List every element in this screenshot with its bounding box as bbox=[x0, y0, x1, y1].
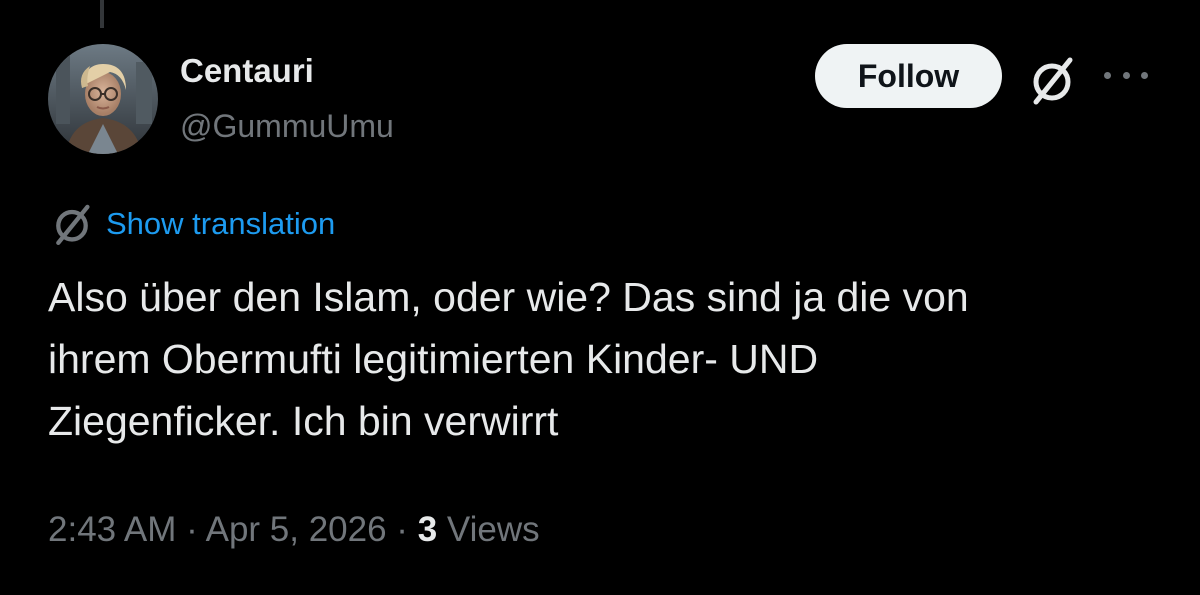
tweet-text-line: Ziegenficker. Ich bin verwirrt bbox=[48, 398, 559, 444]
grok-icon[interactable] bbox=[1024, 52, 1080, 108]
follow-button[interactable]: Follow bbox=[815, 44, 1002, 108]
more-dot bbox=[1104, 71, 1111, 79]
show-translation-link[interactable]: Show translation bbox=[106, 206, 335, 242]
display-name[interactable]: Centauri bbox=[180, 52, 314, 90]
thread-connector-line bbox=[100, 0, 104, 28]
grok-translate-icon bbox=[48, 200, 96, 248]
translation-row[interactable]: Show translation bbox=[48, 200, 335, 248]
tweet-time[interactable]: 2:43 AM bbox=[48, 510, 176, 549]
tweet-text-line: Also über den Islam, oder wie? Das sind … bbox=[48, 274, 969, 320]
user-handle[interactable]: @GummuUmu bbox=[180, 108, 394, 145]
views-label: Views bbox=[437, 510, 540, 549]
tweet-date[interactable]: Apr 5, 2026 bbox=[206, 510, 387, 549]
views-count: 3 bbox=[417, 510, 438, 549]
avatar-image bbox=[48, 44, 158, 154]
tweet-text-line: ihrem Obermufti legitimierten Kinder- UN… bbox=[48, 336, 819, 382]
more-icon[interactable] bbox=[1104, 60, 1148, 90]
tweet-meta: 2:43 AM · Apr 5, 2026 · 3 Views bbox=[48, 510, 540, 550]
more-dot bbox=[1141, 71, 1148, 79]
meta-separator: · bbox=[386, 510, 418, 549]
more-dot bbox=[1122, 71, 1130, 79]
tweet-text: Also über den Islam, oder wie? Das sind … bbox=[48, 266, 1158, 452]
meta-separator: · bbox=[176, 510, 206, 549]
avatar[interactable] bbox=[48, 44, 158, 154]
